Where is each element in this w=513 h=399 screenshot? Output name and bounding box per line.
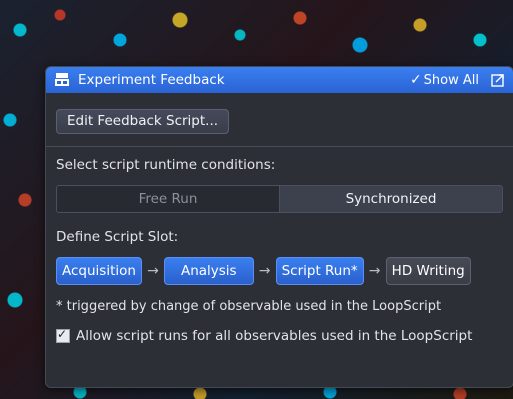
slot-analysis[interactable]: Analysis <box>163 257 254 285</box>
runtime-segmented-control: Free Run Synchronized <box>56 185 503 213</box>
trigger-note: * triggered by change of observable used… <box>56 299 442 314</box>
show-all-toggle[interactable]: ✓ Show All <box>410 72 479 88</box>
allow-script-runs-option[interactable]: ✓ Allow script runs for all observables … <box>56 327 503 344</box>
experiment-feedback-panel: Experiment Feedback ✓ Show All Edit Feed… <box>45 66 513 388</box>
arrow-right-icon: → <box>258 263 271 279</box>
script-slot-selector: Acquisition → Analysis → Script Run* → H… <box>56 257 503 285</box>
undock-icon[interactable] <box>491 73 505 87</box>
slot-acquisition[interactable]: Acquisition <box>56 257 142 285</box>
allow-script-runs-label: Allow script runs for all observables us… <box>76 328 473 344</box>
experiment-feedback-icon <box>55 73 69 86</box>
slot-hd-writing[interactable]: HD Writing <box>385 257 471 285</box>
synchronized-option[interactable]: Synchronized <box>279 186 502 212</box>
edit-feedback-script-button[interactable]: Edit Feedback Script... <box>56 109 230 134</box>
checkmark-icon: ✓ <box>409 72 422 88</box>
script-slot-label: Define Script Slot: <box>56 229 179 245</box>
divider <box>46 146 513 147</box>
allow-script-runs-checkbox[interactable]: ✓ <box>56 327 70 343</box>
panel-titlebar: Experiment Feedback ✓ Show All <box>46 67 513 93</box>
slot-script-run[interactable]: Script Run* <box>275 257 364 285</box>
checkmark-icon: ✓ <box>57 327 68 341</box>
show-all-label: Show All <box>423 72 479 88</box>
panel-title: Experiment Feedback <box>78 72 225 88</box>
free-run-option[interactable]: Free Run <box>57 186 279 212</box>
runtime-conditions-label: Select script runtime conditions: <box>56 157 276 173</box>
arrow-right-icon: → <box>147 263 159 279</box>
arrow-right-icon: → <box>368 263 381 279</box>
